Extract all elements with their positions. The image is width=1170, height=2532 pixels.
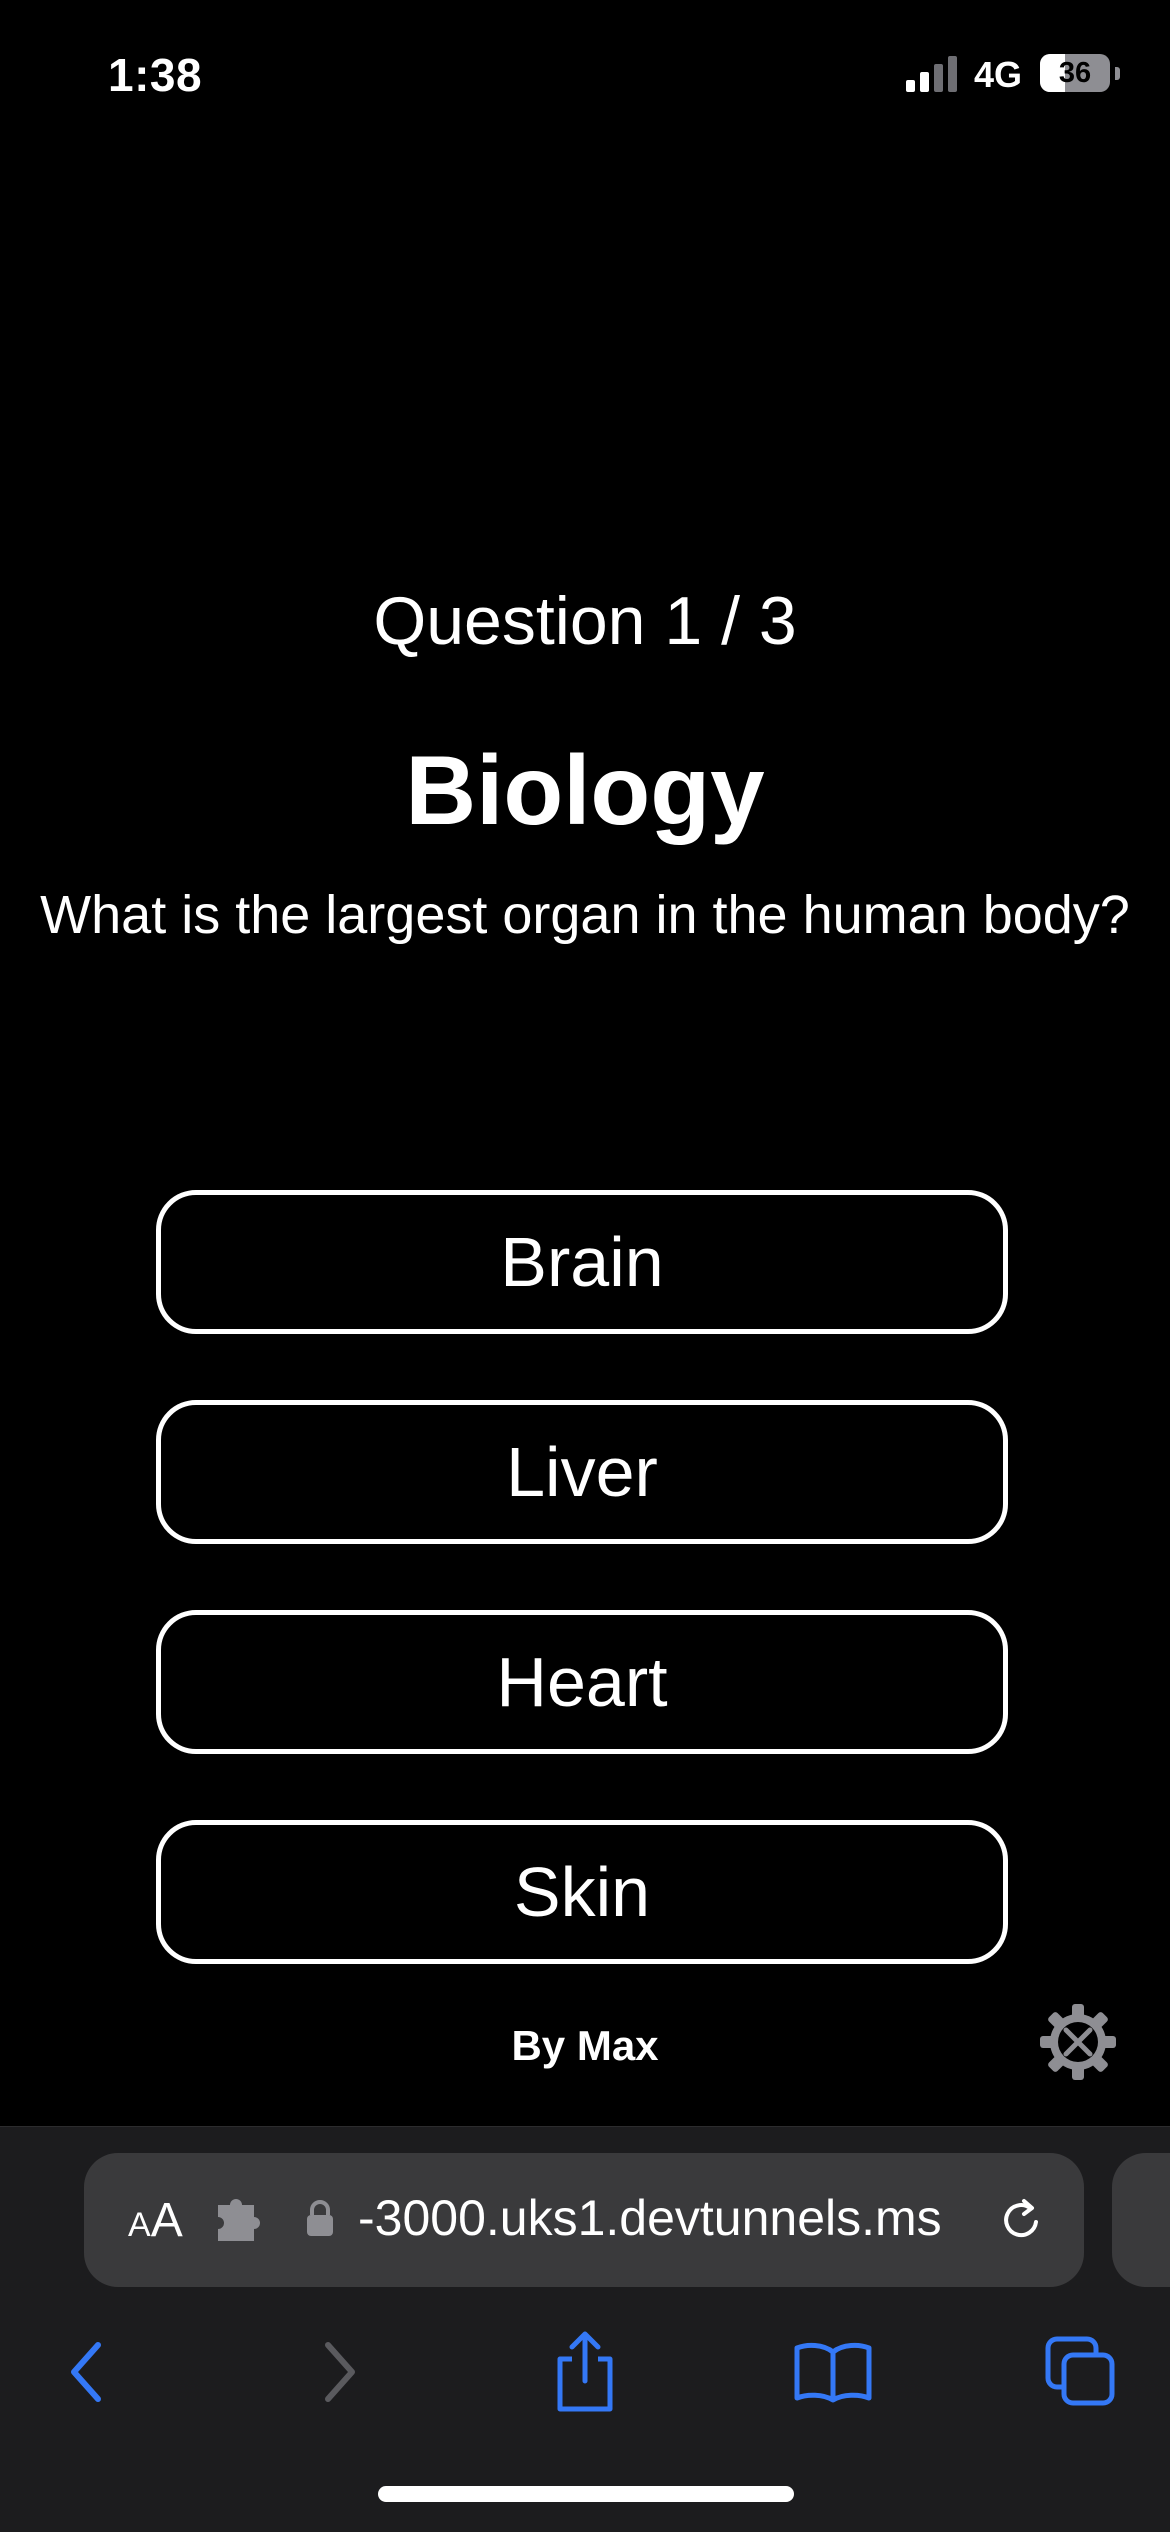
- home-indicator: [378, 2486, 794, 2502]
- chevron-right-icon: [325, 2342, 355, 2402]
- browser-chrome: AA -3000.uks1.devtunnels.ms: [0, 2126, 1170, 2532]
- tabs-button[interactable]: [1026, 2317, 1136, 2427]
- address-bar[interactable]: AA -3000.uks1.devtunnels.ms: [84, 2153, 1084, 2287]
- battery-tip: [1115, 67, 1120, 80]
- lock-icon: [307, 2200, 333, 2236]
- settings-gear-icon[interactable]: [1038, 2002, 1118, 2082]
- forward-button[interactable]: [284, 2317, 394, 2427]
- extension-puzzle-icon[interactable]: [214, 2197, 264, 2243]
- battery-percent: 36: [1058, 57, 1092, 89]
- next-tab-peek[interactable]: [1112, 2153, 1170, 2287]
- open-book-icon: [794, 2342, 872, 2403]
- text-size-large-a: A: [150, 2194, 183, 2247]
- bookmarks-button[interactable]: [778, 2317, 888, 2427]
- text-size-button[interactable]: AA: [128, 2193, 183, 2248]
- question-counter: Question 1 / 3: [373, 583, 797, 659]
- author-credit: By Max: [511, 2022, 659, 2069]
- status-bar: 1:38 4G 36: [0, 0, 1170, 150]
- status-time: 1:38: [108, 49, 203, 101]
- answer-button-liver[interactable]: Liver: [156, 1400, 1008, 1544]
- share-icon: [557, 2331, 613, 2412]
- question-text: What is the largest organ in the human b…: [40, 885, 1130, 945]
- tabs-icon: [1045, 2336, 1115, 2406]
- answer-button-heart[interactable]: Heart: [156, 1610, 1008, 1754]
- answer-button-brain[interactable]: Brain: [156, 1190, 1008, 1334]
- cellular-signal-icon: [906, 56, 957, 92]
- battery-body: 36: [1040, 54, 1110, 92]
- chevron-left-icon: [71, 2342, 101, 2402]
- back-button[interactable]: [32, 2317, 142, 2427]
- reload-icon[interactable]: [996, 2195, 1046, 2245]
- share-button[interactable]: [530, 2317, 640, 2427]
- browser-toolbar: [0, 2317, 1170, 2427]
- url-text: -3000.uks1.devtunnels.ms: [358, 2190, 942, 2246]
- network-type: 4G: [974, 54, 1023, 95]
- answer-list: Brain Liver Heart Skin: [156, 1190, 1008, 2030]
- battery-indicator: 36: [1040, 54, 1120, 92]
- answer-button-skin[interactable]: Skin: [156, 1820, 1008, 1964]
- text-size-small-a: A: [128, 2206, 151, 2244]
- category-title: Biology: [405, 735, 765, 845]
